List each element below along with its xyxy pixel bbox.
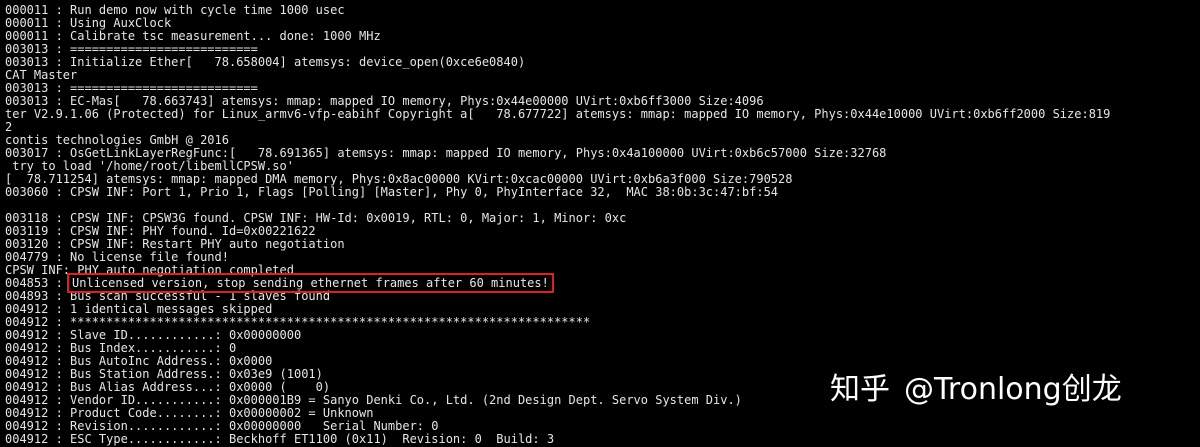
terminal-line: 003060 : CPSW INF: Port 1, Prio 1, Flags… (5, 185, 779, 199)
watermark-handle: @Tronlong创龙 (904, 372, 1122, 407)
watermark-site: 知乎 (830, 372, 890, 407)
watermark: 知乎 @Tronlong创龙 (830, 370, 1122, 410)
terminal-line: 003013 : Initialize Ether[ 78.658004] at… (5, 55, 526, 69)
terminal-line: ter V2.9.1.06 (Protected) for Linux_armv… (5, 107, 1111, 121)
terminal-line: 004912 : ESC Type............: Beckhoff … (5, 432, 555, 446)
highlight-prefix: 004853 : (5, 276, 71, 290)
license-warning-highlight: Unlicensed version, stop sending etherne… (67, 273, 554, 293)
terminal-window[interactable]: 000011 : Run demo now with cycle time 10… (0, 0, 1200, 447)
